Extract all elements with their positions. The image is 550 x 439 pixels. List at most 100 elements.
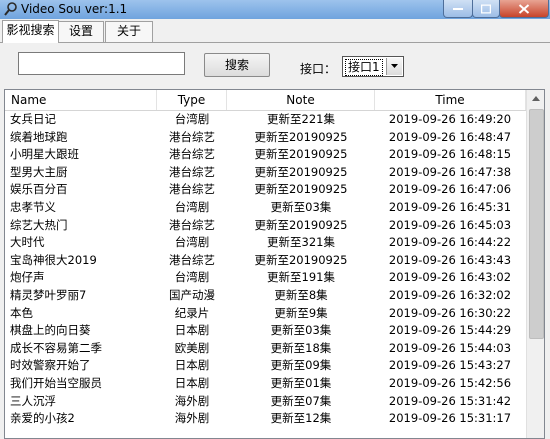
dropdown-arrow[interactable]: [386, 58, 402, 75]
list-header: Name Type Note Time: [5, 90, 526, 111]
row-time: 2019-09-26 15:42:56: [388, 375, 512, 390]
table-row[interactable]: 亲爱的小孩2 海外剧 更新至12集 2019-09-26 15:31:17: [5, 410, 526, 428]
row-type: 国产动漫: [169, 287, 215, 302]
row-note: 更新至20190925: [254, 129, 348, 144]
row-type: 日本剧: [174, 375, 210, 390]
column-header-name[interactable]: Name: [5, 90, 157, 110]
table-row[interactable]: 成长不容易第二季 欧美剧 更新至18集 2019-09-26 15:44:03: [5, 340, 526, 358]
row-name: 忠孝节义: [10, 199, 56, 214]
row-name: 本色: [10, 305, 33, 320]
close-icon: [518, 3, 530, 14]
table-row[interactable]: 忠孝节义 台湾剧 更新至03集 2019-09-26 16:45:31: [5, 199, 526, 217]
row-note: 更新至20190925: [254, 147, 348, 162]
column-header-note[interactable]: Note: [227, 90, 375, 110]
row-type: 港台综艺: [169, 164, 215, 179]
row-time: 2019-09-26 15:44:29: [388, 323, 512, 338]
row-name: 时效警察开始了: [10, 358, 91, 373]
column-header-type[interactable]: Type: [157, 90, 227, 110]
row-note: 更新至9集: [274, 305, 328, 320]
table-row[interactable]: 小明星大跟班 港台综艺 更新至20190925 2019-09-26 16:48:15: [5, 146, 526, 164]
table-row[interactable]: 型男大主厨 港台综艺 更新至20190925 2019-09-26 16:47:38: [5, 164, 526, 182]
row-type: 日本剧: [174, 358, 210, 373]
row-note: 更新至07集: [270, 393, 332, 408]
close-button[interactable]: [499, 0, 549, 18]
tab-video-search[interactable]: 影视搜索: [2, 20, 59, 43]
table-row[interactable]: 综艺大热门 港台综艺 更新至20190925 2019-09-26 16:45:03: [5, 217, 526, 235]
row-name: 女兵日记: [10, 112, 56, 126]
api-selected-value: 接口1: [345, 59, 383, 76]
row-type: 台湾剧: [174, 112, 210, 126]
tab-about[interactable]: 关于: [105, 21, 153, 42]
row-name: 三人沉浮: [10, 393, 56, 408]
row-type: 欧美剧: [174, 340, 210, 355]
row-note: 更新至20190925: [254, 164, 348, 179]
row-type: 海外剧: [174, 393, 210, 408]
table-row[interactable]: 缤着地球跑 港台综艺 更新至20190925 2019-09-26 16:48:47: [5, 129, 526, 147]
row-type: 台湾剧: [174, 199, 210, 214]
row-type: 港台综艺: [169, 147, 215, 162]
row-type: 日本剧: [174, 323, 210, 338]
row-name: 娱乐百分百: [10, 182, 68, 197]
table-row[interactable]: 宝岛神很大2019 港台综艺 更新至20190925 2019-09-26 16:43…: [5, 252, 526, 270]
minimize-button[interactable]: [443, 0, 473, 18]
row-note: 更新至20190925: [254, 252, 348, 267]
row-time: 2019-09-26 16:45:31: [388, 199, 512, 214]
row-note: 更新至03集: [270, 323, 332, 338]
row-name: 综艺大热门: [10, 217, 68, 232]
row-note: 更新至8集: [274, 287, 328, 302]
row-name: 缤着地球跑: [10, 129, 68, 144]
row-name: 亲爱的小孩2: [10, 411, 75, 426]
row-time: 2019-09-26 15:31:42: [388, 393, 512, 408]
row-time: 2019-09-26 16:32:02: [388, 287, 512, 302]
row-time: 2019-09-26 15:31:17: [388, 411, 512, 426]
search-button[interactable]: 搜索: [204, 53, 270, 77]
scrollbar-thumb[interactable]: [529, 109, 544, 339]
row-note: 更新至191集: [267, 270, 335, 285]
row-note: 更新至03集: [270, 199, 332, 214]
row-note: 更新至221集: [267, 112, 335, 126]
results-list[interactable]: Name Type Note Time 女兵日记 台湾剧 更新至221集 2019-0…: [4, 89, 545, 439]
row-time: 2019-09-26 16:49:20: [388, 112, 512, 126]
row-type: 港台综艺: [169, 252, 215, 267]
chevron-down-icon: [391, 64, 398, 68]
row-type: 海外剧: [174, 411, 210, 426]
row-name: 我们开始当空服员: [10, 375, 102, 390]
table-row[interactable]: 精灵梦叶罗丽7 国产动漫 更新至8集 2019-09-26 16:32:02: [5, 287, 526, 305]
scroll-up-button[interactable]: [527, 90, 544, 107]
row-note: 更新至09集: [270, 358, 332, 373]
row-time: 2019-09-26 15:44:03: [388, 340, 512, 355]
row-type: 台湾剧: [174, 235, 210, 250]
table-row[interactable]: 大时代 台湾剧 更新至321集 2019-09-26 16:44:22: [5, 234, 526, 252]
row-type: 纪录片: [174, 305, 210, 320]
row-time: 2019-09-26 16:43:43: [388, 252, 512, 267]
table-row[interactable]: 女兵日记 台湾剧 更新至221集 2019-09-26 16:49:20: [5, 111, 526, 129]
row-name: 型男大主厨: [10, 164, 68, 179]
row-type: 港台综艺: [169, 182, 215, 197]
row-name: 炮仔声: [10, 270, 45, 285]
row-note: 更新至18集: [270, 340, 332, 355]
list-rows: 女兵日记 台湾剧 更新至221集 2019-09-26 16:49:20 缤着地球跑 港台…: [5, 111, 526, 428]
row-type: 台湾剧: [174, 270, 210, 285]
api-select[interactable]: 接口1: [342, 56, 404, 77]
row-name: 小明星大跟班: [10, 147, 79, 162]
row-time: 2019-09-26 16:43:02: [388, 270, 512, 285]
row-note: 更新至01集: [270, 375, 332, 390]
tab-strip-divider: [0, 42, 550, 43]
vertical-scrollbar[interactable]: [526, 90, 544, 438]
row-name: 成长不容易第二季: [10, 340, 102, 355]
table-row[interactable]: 娱乐百分百 港台综艺 更新至20190925 2019-09-26 16:47:06: [5, 181, 526, 199]
tab-settings[interactable]: 设置: [58, 21, 104, 42]
search-input[interactable]: [18, 52, 185, 75]
table-row[interactable]: 时效警察开始了 日本剧 更新至09集 2019-09-26 15:43:27: [5, 357, 526, 375]
row-time: 2019-09-26 16:47:38: [388, 164, 512, 179]
maximize-button[interactable]: [472, 0, 500, 18]
row-note: 更新至20190925: [254, 217, 348, 232]
table-row[interactable]: 炮仔声 台湾剧 更新至191集 2019-09-26 16:43:02: [5, 269, 526, 287]
column-header-time[interactable]: Time: [375, 90, 526, 110]
table-row[interactable]: 三人沉浮 海外剧 更新至07集 2019-09-26 15:31:42: [5, 393, 526, 411]
table-row[interactable]: 棋盘上的向日葵 日本剧 更新至03集 2019-09-26 15:44:29: [5, 322, 526, 340]
row-type: 港台综艺: [169, 217, 215, 232]
table-row[interactable]: 本色 纪录片 更新至9集 2019-09-26 16:30:22: [5, 305, 526, 323]
table-row[interactable]: 我们开始当空服员 日本剧 更新至01集 2019-09-26 15:42:56: [5, 375, 526, 393]
row-name: 大时代: [10, 235, 45, 250]
